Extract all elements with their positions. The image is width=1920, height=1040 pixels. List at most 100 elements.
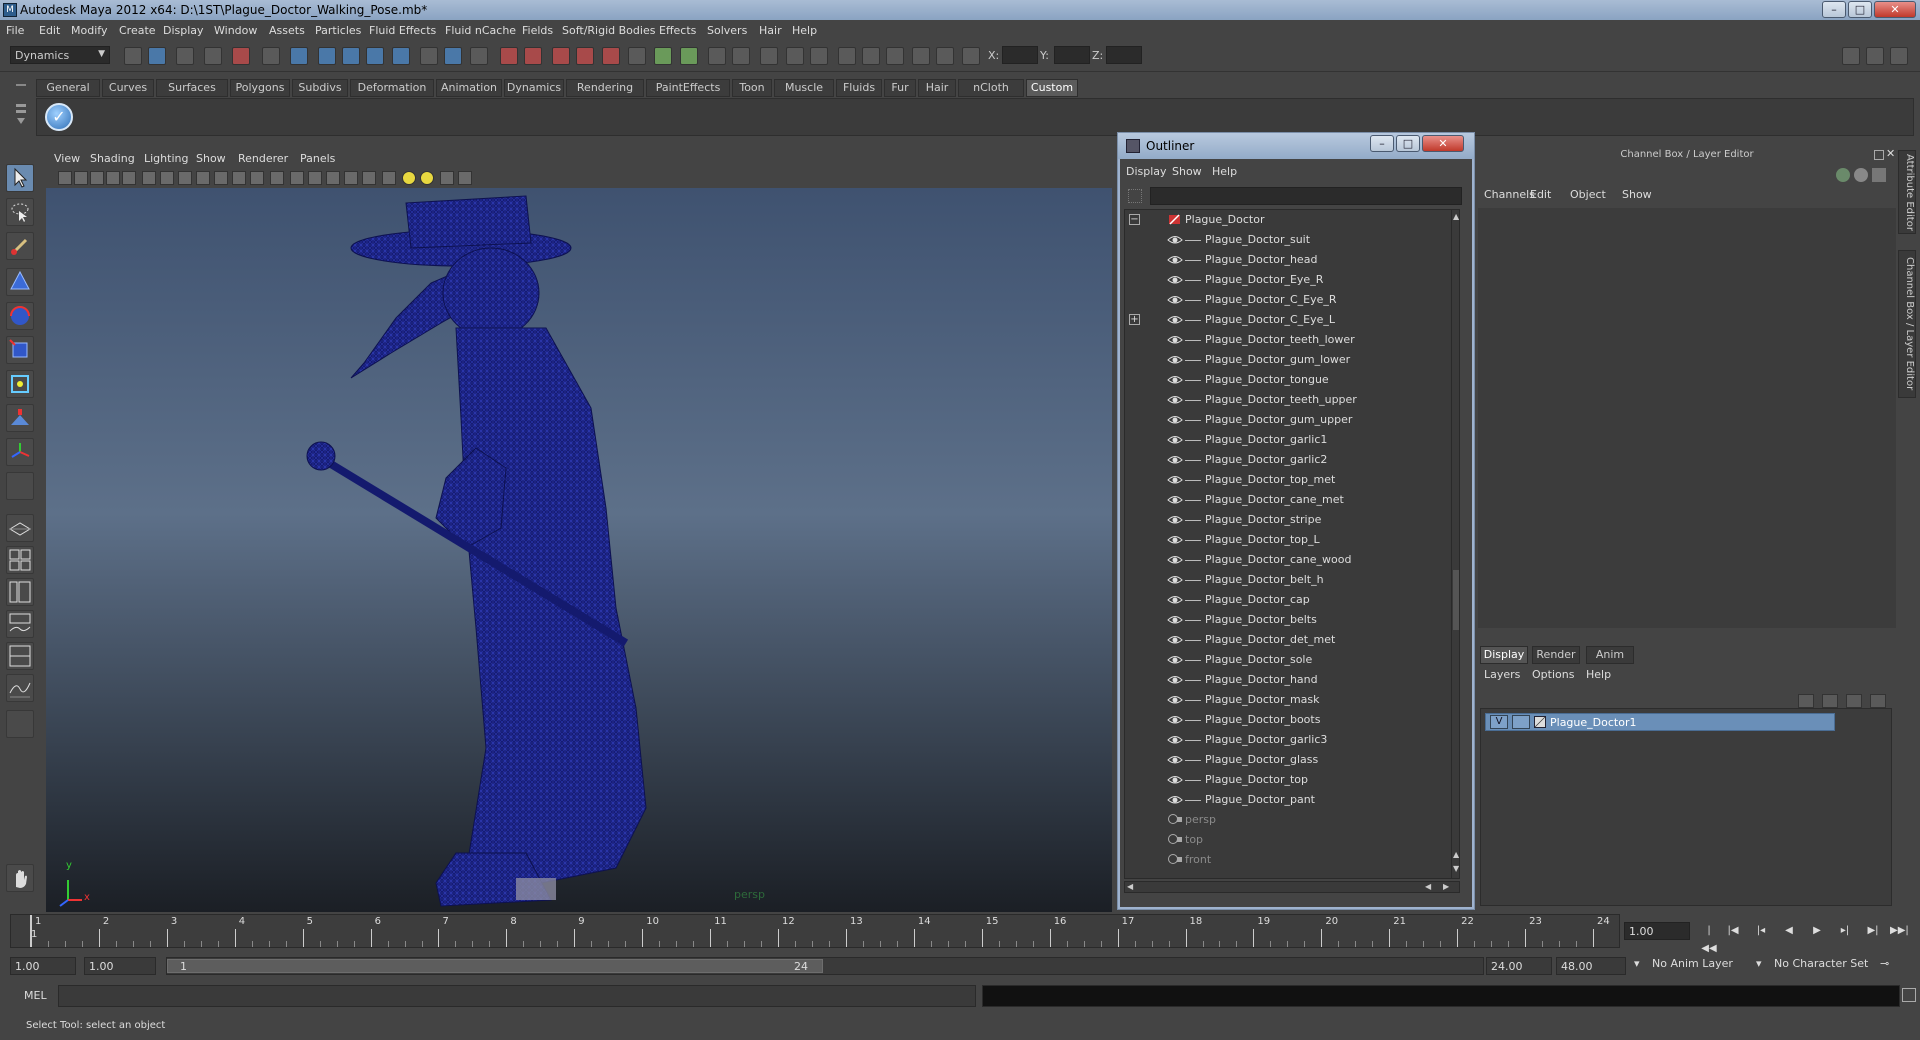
auto-key-icon[interactable]: ⊸ (1880, 957, 1889, 970)
layer-menu-layers[interactable]: Layers (1484, 668, 1520, 681)
mel-command-input[interactable] (58, 985, 976, 1007)
outliner-maximize-button[interactable]: □ (1396, 135, 1420, 152)
channel-box-menu-edit[interactable]: Edit (1530, 188, 1551, 201)
play-back-icon[interactable]: ◀ (1780, 922, 1798, 940)
status-line-tool-6[interactable] (262, 47, 280, 65)
range-slider-thumb[interactable]: 1 24 (167, 959, 823, 973)
menu-file[interactable]: File (6, 24, 24, 37)
channel-box-menu-channels[interactable]: Channels (1484, 188, 1535, 201)
viewport-toolbar-icon-18[interactable] (362, 171, 376, 185)
layout-single-perspective[interactable] (6, 514, 34, 542)
outliner-item[interactable]: Plague_Doctor_garlic1 (1125, 430, 1445, 450)
outliner-item[interactable]: Plague_Doctor_head (1125, 250, 1445, 270)
outliner-item[interactable]: Plague_Doctor_top_met (1125, 470, 1445, 490)
step-back-key-icon[interactable]: |◀ (1724, 922, 1742, 940)
outliner-item[interactable]: Plague_Doctor_teeth_upper (1125, 390, 1445, 410)
paint-select-tool[interactable] (6, 232, 34, 260)
outliner-vertical-scrollbar[interactable]: ▲ ▲ ▼ (1451, 210, 1459, 878)
channel-box-icon-2[interactable] (1854, 168, 1868, 182)
collapse-icon[interactable]: − (1129, 214, 1140, 225)
shelf-tab-dynamics[interactable]: Dynamics (504, 79, 564, 97)
create-layer-icon[interactable] (1846, 694, 1862, 708)
viewport-toolbar-icon-6[interactable] (142, 171, 156, 185)
menu-soft-rigid-bodies[interactable]: Soft/Rigid Bodies (562, 24, 655, 37)
channel-box-menu-show[interactable]: Show (1622, 188, 1652, 201)
outliner-camera-item[interactable]: top (1125, 830, 1445, 850)
filter-icon[interactable] (1128, 189, 1142, 203)
viewport-toolbar-icon-17[interactable] (344, 171, 358, 185)
status-line-tool-28[interactable] (838, 47, 856, 65)
shelf-tab-fur[interactable]: Fur (884, 79, 916, 97)
layer-menu-help[interactable]: Help (1586, 668, 1611, 681)
outliner-item[interactable]: Plague_Doctor_det_met (1125, 630, 1445, 650)
status-line-tool-27[interactable] (810, 47, 828, 65)
status-line-tool-23[interactable] (708, 47, 726, 65)
layer-row[interactable]: V Plague_Doctor1 (1485, 713, 1835, 731)
close-icon[interactable]: ✕ (1886, 147, 1895, 160)
status-line-tool-33[interactable] (962, 47, 980, 65)
channel-box-side-tab[interactable]: Channel Box / Layer Editor (1898, 250, 1916, 398)
viewport-toolbar-icon-4[interactable] (106, 171, 120, 185)
status-line-tool-9[interactable] (342, 47, 360, 65)
status-line-tool-17[interactable] (552, 47, 570, 65)
shelf-tab-hair[interactable]: Hair (918, 79, 956, 97)
outliner-item[interactable]: Plague_Doctor_top_L (1125, 530, 1445, 550)
status-line-tool-1[interactable] (124, 47, 142, 65)
shelf-tab-deformation[interactable]: Deformation (350, 79, 434, 97)
viewport-toolbar-icon-23[interactable] (458, 171, 472, 185)
shelf-tab-surfaces[interactable]: Surfaces (156, 79, 228, 97)
layout-hypershade[interactable] (6, 642, 34, 670)
menu-particles[interactable]: Particles (315, 24, 361, 37)
outliner-close-button[interactable]: ✕ (1422, 135, 1464, 152)
status-line-tool-25[interactable] (760, 47, 778, 65)
universal-manipulator-tool[interactable] (6, 370, 34, 398)
viewport-menu-lighting[interactable]: Lighting (144, 152, 188, 165)
outliner-item[interactable]: Plague_Doctor_belt_h (1125, 570, 1445, 590)
float-panel-icon[interactable] (1874, 150, 1884, 160)
menu-assets[interactable]: Assets (269, 24, 305, 37)
viewport-toolbar-icon-13[interactable] (270, 171, 284, 185)
shelf-tab-ncloth[interactable]: nCloth (958, 79, 1024, 97)
outliner-item[interactable]: + Plague_Doctor_C_Eye_L (1125, 310, 1445, 330)
scroll-up-icon[interactable]: ▲ (1453, 850, 1459, 859)
scroll-left-icon[interactable]: ◀ (1425, 882, 1431, 891)
shelf-tab-curves[interactable]: Curves (102, 79, 154, 97)
outliner-item[interactable]: Plague_Doctor_stripe (1125, 510, 1445, 530)
attribute-editor-side-tab[interactable]: Attribute Editor (1898, 150, 1916, 234)
menu-fluid-effects[interactable]: Fluid Effects (369, 24, 436, 37)
layer-menu-options[interactable]: Options (1532, 668, 1574, 681)
status-line-tool-18[interactable] (576, 47, 594, 65)
maximize-button[interactable]: □ (1848, 1, 1872, 18)
time-slider[interactable]: 1 1 2 3 4 5 6 7 8 9 10 11 12 13 14 15 16 17 18 19 20 21 22 23 2… (10, 914, 1620, 948)
layout-four-view[interactable] (6, 546, 34, 574)
play-forward-icon[interactable]: ▶ (1808, 922, 1826, 940)
menu-solvers[interactable]: Solvers (707, 24, 747, 37)
x-input[interactable] (1002, 46, 1038, 64)
status-line-tool-14[interactable] (470, 47, 488, 65)
tool-settings-toggle[interactable] (1866, 47, 1884, 65)
shelf-tab-polygons[interactable]: Polygons (230, 79, 290, 97)
outliner-item[interactable]: Plague_Doctor_hand (1125, 670, 1445, 690)
viewport-toolbar-icon-10[interactable] (214, 171, 228, 185)
shelf-tab-toon[interactable]: Toon (732, 79, 772, 97)
outliner-item[interactable]: Plague_Doctor_C_Eye_R (1125, 290, 1445, 310)
status-line-tool-22[interactable] (680, 47, 698, 65)
new-layer-from-selected-icon[interactable] (1798, 694, 1814, 708)
close-button[interactable]: ✕ (1874, 1, 1916, 18)
menu-window[interactable]: Window (214, 24, 257, 37)
outliner-item[interactable]: Plague_Doctor_glass (1125, 750, 1445, 770)
range-slider[interactable]: 1 24 (166, 957, 1484, 975)
outliner-item[interactable]: Plague_Doctor_cap (1125, 590, 1445, 610)
viewport-toolbar-icon-5[interactable] (122, 171, 136, 185)
menu-create[interactable]: Create (119, 24, 156, 37)
shelf-menu-handle[interactable] (14, 82, 28, 132)
shelf-tab-painteffects[interactable]: PaintEffects (646, 79, 730, 97)
outliner-camera-item[interactable]: front (1125, 850, 1445, 870)
outliner-menu-display[interactable]: Display (1126, 165, 1167, 178)
outliner-item[interactable]: Plague_Doctor_tongue (1125, 370, 1445, 390)
outliner-item-root[interactable]: − Plague_Doctor (1125, 210, 1445, 230)
scale-tool[interactable] (6, 336, 34, 364)
shelf-tab-custom[interactable]: Custom (1026, 79, 1078, 97)
status-line-tool-24[interactable] (732, 47, 750, 65)
outliner-item[interactable]: Plague_Doctor_gum_upper (1125, 410, 1445, 430)
